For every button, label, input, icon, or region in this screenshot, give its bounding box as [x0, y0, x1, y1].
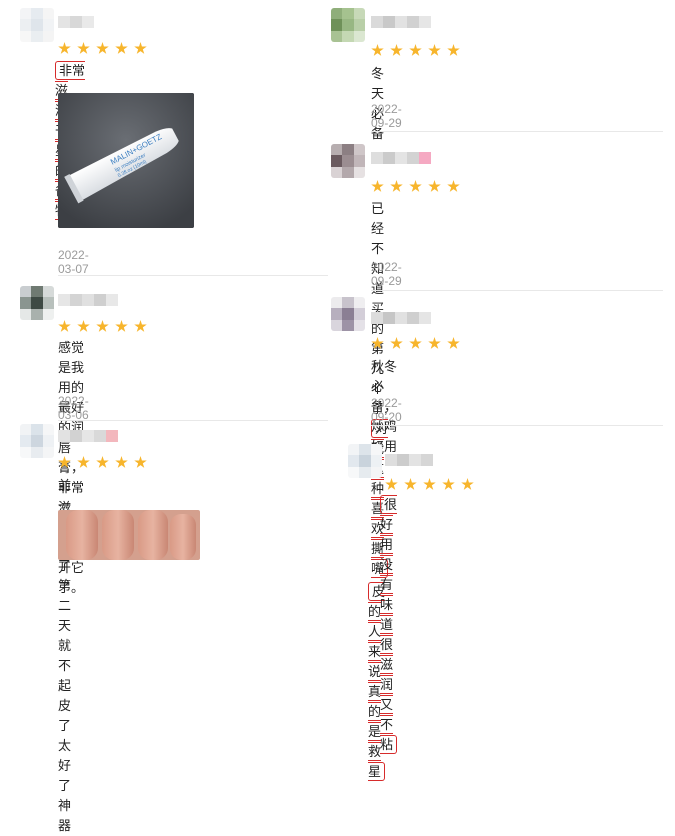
star-rating [371, 180, 460, 193]
star-icon [134, 42, 147, 54]
star-rating [58, 456, 147, 469]
highlighted-phrase: 很好用没有味道 很滋润又不粘 [380, 495, 398, 754]
username-blurred [58, 430, 118, 442]
star-icon [134, 320, 147, 332]
star-rating [58, 42, 147, 55]
username-blurred [371, 152, 431, 164]
star-icon [96, 320, 109, 332]
star-icon [428, 337, 441, 349]
star-icon [423, 478, 436, 490]
avatar[interactable] [331, 8, 365, 42]
star-icon [404, 478, 417, 490]
star-rating [371, 44, 460, 57]
star-icon [390, 44, 403, 56]
review-date: 2022-09-29 [371, 260, 402, 288]
star-icon [442, 478, 455, 490]
star-icon [390, 337, 403, 349]
star-icon [447, 44, 460, 56]
avatar[interactable] [20, 8, 54, 42]
divider [371, 131, 663, 132]
review-date: 2022-03-07 [58, 248, 89, 276]
divider [58, 275, 328, 276]
star-icon [58, 456, 71, 468]
star-icon [115, 42, 128, 54]
star-icon [77, 42, 90, 54]
review-photo[interactable] [58, 510, 200, 560]
star-icon [409, 337, 422, 349]
username-blurred [371, 312, 431, 324]
star-icon [428, 44, 441, 56]
avatar[interactable] [331, 144, 365, 178]
star-icon [134, 456, 147, 468]
avatar[interactable] [348, 444, 382, 478]
star-icon [447, 180, 460, 192]
divider [58, 420, 328, 421]
star-icon [96, 42, 109, 54]
star-rating [58, 320, 147, 333]
star-icon [371, 337, 384, 349]
star-icon [409, 180, 422, 192]
star-icon [428, 180, 441, 192]
lip-balm-photo: MALIN+GOETZ lip moisturizer 0.3fl.oz (10… [58, 93, 194, 228]
star-icon [409, 44, 422, 56]
avatar[interactable] [20, 424, 54, 458]
review-date: 2022-09-20 [371, 396, 402, 424]
username-blurred [58, 16, 94, 28]
review-photo[interactable]: MALIN+GOETZ lip moisturizer 0.3fl.oz (10… [58, 93, 194, 228]
star-rating [385, 478, 474, 491]
divider [371, 425, 663, 426]
star-icon [77, 456, 90, 468]
username-blurred [385, 454, 433, 466]
star-icon [447, 337, 460, 349]
star-icon [115, 320, 128, 332]
star-icon [58, 42, 71, 54]
star-icon [115, 456, 128, 468]
star-icon [77, 320, 90, 332]
hand-photo [58, 510, 200, 560]
star-icon [461, 478, 474, 490]
star-rating [371, 337, 460, 350]
username-blurred [371, 16, 431, 28]
avatar[interactable] [20, 286, 54, 320]
star-icon [390, 180, 403, 192]
username-blurred [58, 294, 118, 306]
divider [371, 290, 663, 291]
avatar[interactable] [331, 297, 365, 331]
star-icon [58, 320, 71, 332]
star-icon [385, 478, 398, 490]
star-icon [371, 44, 384, 56]
review-date: 2022-03-06 [58, 394, 89, 422]
star-icon [371, 180, 384, 192]
review-date: 2022-09-29 [371, 102, 402, 130]
star-icon [96, 456, 109, 468]
review-text-highlighted: 很好用没有味道 很滋润又不粘 [380, 495, 398, 755]
